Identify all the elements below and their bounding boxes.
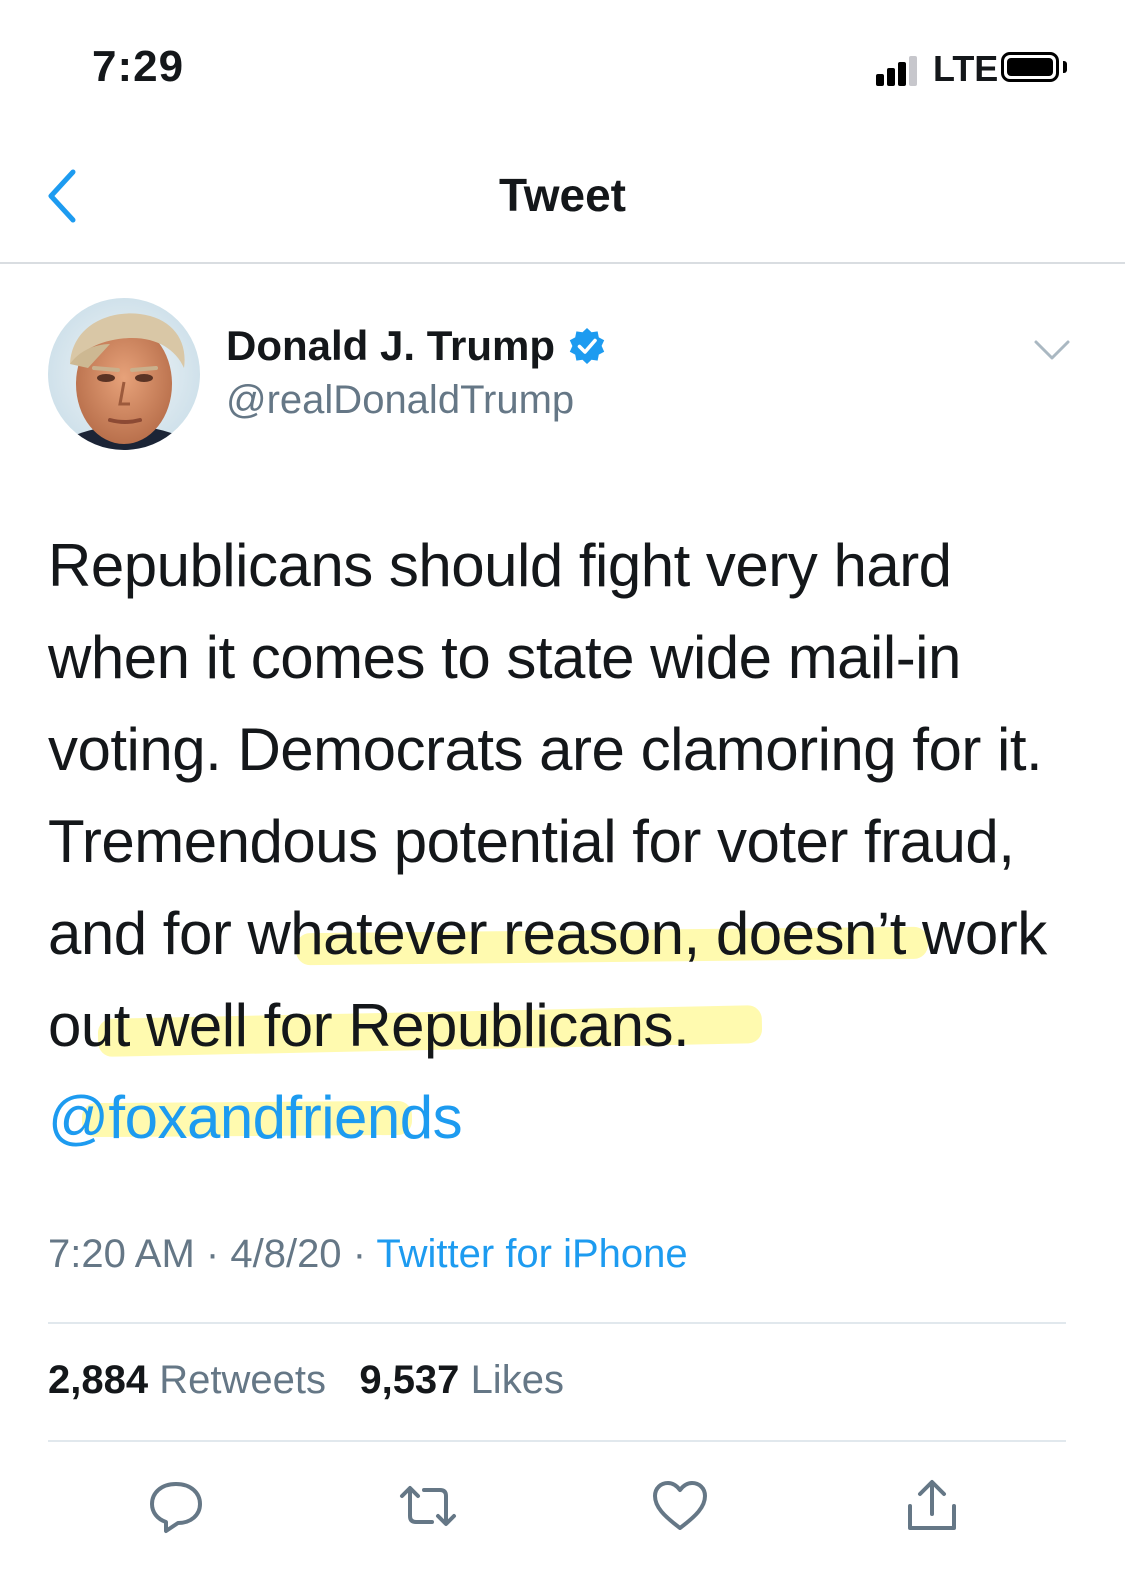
avatar-image	[48, 298, 200, 450]
likes-label: Likes	[470, 1358, 564, 1402]
reply-icon	[150, 1482, 202, 1533]
retweets-label: Retweets	[159, 1358, 326, 1402]
divider	[48, 1322, 1066, 1324]
like-icon	[653, 1481, 707, 1530]
reply-button[interactable]	[144, 1474, 208, 1538]
status-time: 7:29	[92, 42, 185, 91]
tweet-time: 7:20 AM	[48, 1232, 195, 1276]
avatar[interactable]	[48, 298, 200, 450]
divider	[48, 1440, 1066, 1442]
retweets-count: 2,884	[48, 1358, 149, 1402]
chevron-down-icon	[1034, 340, 1070, 360]
battery-cap	[1063, 61, 1067, 73]
likes-stat[interactable]: 9,537 Likes	[359, 1358, 564, 1402]
retweet-icon	[400, 1486, 456, 1526]
meta-separator: ·	[352, 1232, 367, 1276]
page-title: Tweet	[499, 169, 626, 221]
meta-separator: ·	[205, 1232, 220, 1276]
nav-bar: Tweet	[0, 140, 1125, 264]
like-button[interactable]	[648, 1474, 712, 1538]
tweet-source-link[interactable]: Twitter for iPhone	[376, 1232, 687, 1276]
tweet-stats: 2,884 Retweets 9,537 Likes	[48, 1358, 564, 1403]
mention-link[interactable]: @foxandfriends	[48, 1084, 463, 1151]
status-bar: 7:29 LTE	[0, 0, 1125, 120]
display-name[interactable]: Donald J. Trump	[226, 322, 555, 370]
tweet-text: Republicans should fight very hard when …	[48, 520, 1058, 1164]
signal-icon	[876, 56, 920, 86]
retweets-stat[interactable]: 2,884 Retweets	[48, 1358, 326, 1402]
tweet-body: Republicans should fight very hard when …	[48, 532, 1047, 1059]
author-name-row[interactable]: Donald J. Trump	[226, 322, 607, 370]
network-type: LTE	[933, 48, 999, 89]
user-handle[interactable]: @realDonaldTrump	[226, 378, 574, 423]
more-options-button[interactable]	[1030, 330, 1074, 370]
likes-count: 9,537	[359, 1358, 460, 1402]
verified-badge-icon	[569, 328, 605, 364]
tweet-date: 4/8/20	[230, 1232, 342, 1276]
battery-icon	[1001, 52, 1059, 82]
share-icon	[908, 1480, 956, 1530]
tweet-meta: 7:20 AM · 4/8/20 · Twitter for iPhone	[48, 1232, 688, 1277]
retweet-button[interactable]	[396, 1474, 460, 1538]
share-button[interactable]	[900, 1474, 964, 1538]
